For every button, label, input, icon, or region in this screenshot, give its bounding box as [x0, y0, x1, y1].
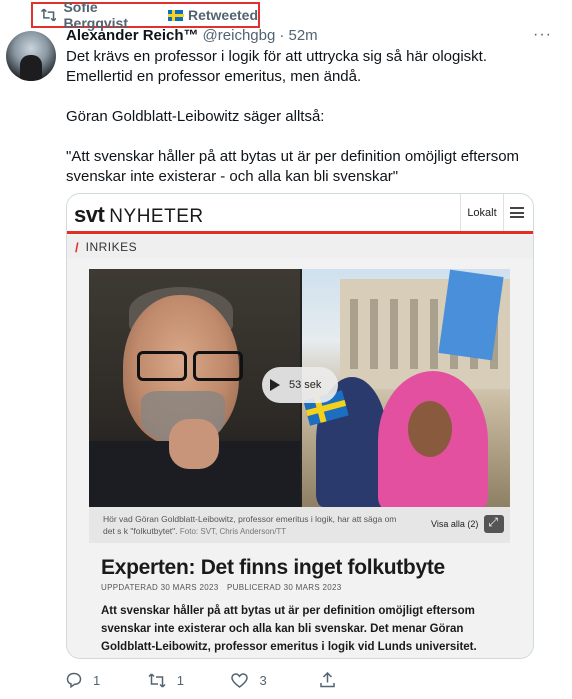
image-caption-bar: Hör vad Göran Goldblatt-Leibowitz, profe… [89, 507, 510, 543]
reply-icon [66, 672, 82, 688]
article-dates: UPPDATERAD 30 MARS 2023 PUBLICERAD 30 MA… [101, 583, 342, 592]
reply-count: 1 [93, 672, 101, 688]
published-date: PUBLICERAD 30 MARS 2023 [227, 583, 342, 592]
article-lead: Att svenskar håller på att bytas ut är p… [101, 605, 477, 653]
section-slash-icon: / [75, 239, 79, 255]
tweet-line: Göran Goldblatt-Leibowitz säger alltså: [66, 108, 325, 125]
article-headline: Experten: Det finns inget folkutbyte [101, 556, 445, 579]
video-play-button: 53 sek [262, 367, 338, 403]
tweet-line: Det krävs en professor i logik för att u… [66, 48, 488, 65]
heart-icon [231, 672, 249, 688]
section-label: INRIKES [85, 240, 138, 254]
tweet-header: Alexander Reich™ @reichgbg · 52m ··· [66, 25, 552, 45]
share-icon [320, 672, 335, 688]
photo-credit: Foto: SVT, Chris Anderson/TT [179, 527, 287, 536]
retweet-count: 1 [176, 672, 185, 688]
svt-logo: svt NYHETER [74, 202, 204, 228]
play-icon [270, 379, 280, 391]
retweet-icon [148, 672, 166, 688]
svt-logo-text: svt [74, 202, 105, 227]
section-label-bar: / INRIKES [67, 236, 533, 258]
more-options-icon[interactable]: ··· [533, 26, 552, 44]
video-duration: 53 sek [289, 379, 322, 391]
updated-date: UPPDATERAD 30 MARS 2023 [101, 583, 219, 592]
swedish-flag-icon [167, 9, 184, 21]
lokalt-button: Lokalt [460, 194, 504, 231]
svt-header: svt NYHETER Lokalt [67, 194, 533, 234]
article-image: 53 sek [89, 269, 510, 507]
image-caption: Hör vad Göran Goldblatt-Leibowitz, profe… [103, 513, 408, 538]
tweet-timestamp[interactable]: · 52m [279, 27, 317, 44]
tweet-actions: 1 1 3 [66, 670, 346, 690]
retweet-button[interactable]: 1 [148, 673, 232, 688]
visa-alla-label: Visa alla (2) [431, 519, 479, 529]
retweeted-label: Retweeted [187, 7, 258, 23]
like-count: 3 [259, 672, 267, 688]
expand-icon [484, 515, 505, 533]
nyheter-logo-text: NYHETER [109, 206, 204, 227]
reply-button[interactable]: 1 [66, 672, 148, 688]
visa-alla-button: Visa alla (2) [431, 515, 505, 533]
tweet-quote: "Att svenskar håller på att bytas ut är … [66, 148, 524, 185]
header-divider [67, 231, 533, 234]
like-button[interactable]: 3 [231, 673, 320, 688]
author-display-name[interactable]: Alexander Reich™ [66, 27, 199, 44]
share-button[interactable] [320, 672, 346, 688]
tweet-line: Emellertid en professor emeritus, men än… [66, 68, 362, 85]
tweet-text: Det krävs en professor i logik för att u… [66, 47, 556, 187]
embedded-screenshot-card[interactable]: svt NYHETER Lokalt / INRIKES 53 sek Hör … [66, 193, 534, 659]
author-handle[interactable]: @reichgbg [203, 27, 276, 44]
avatar[interactable] [6, 31, 56, 81]
retweet-icon [41, 8, 57, 22]
hamburger-menu-icon [510, 207, 524, 218]
